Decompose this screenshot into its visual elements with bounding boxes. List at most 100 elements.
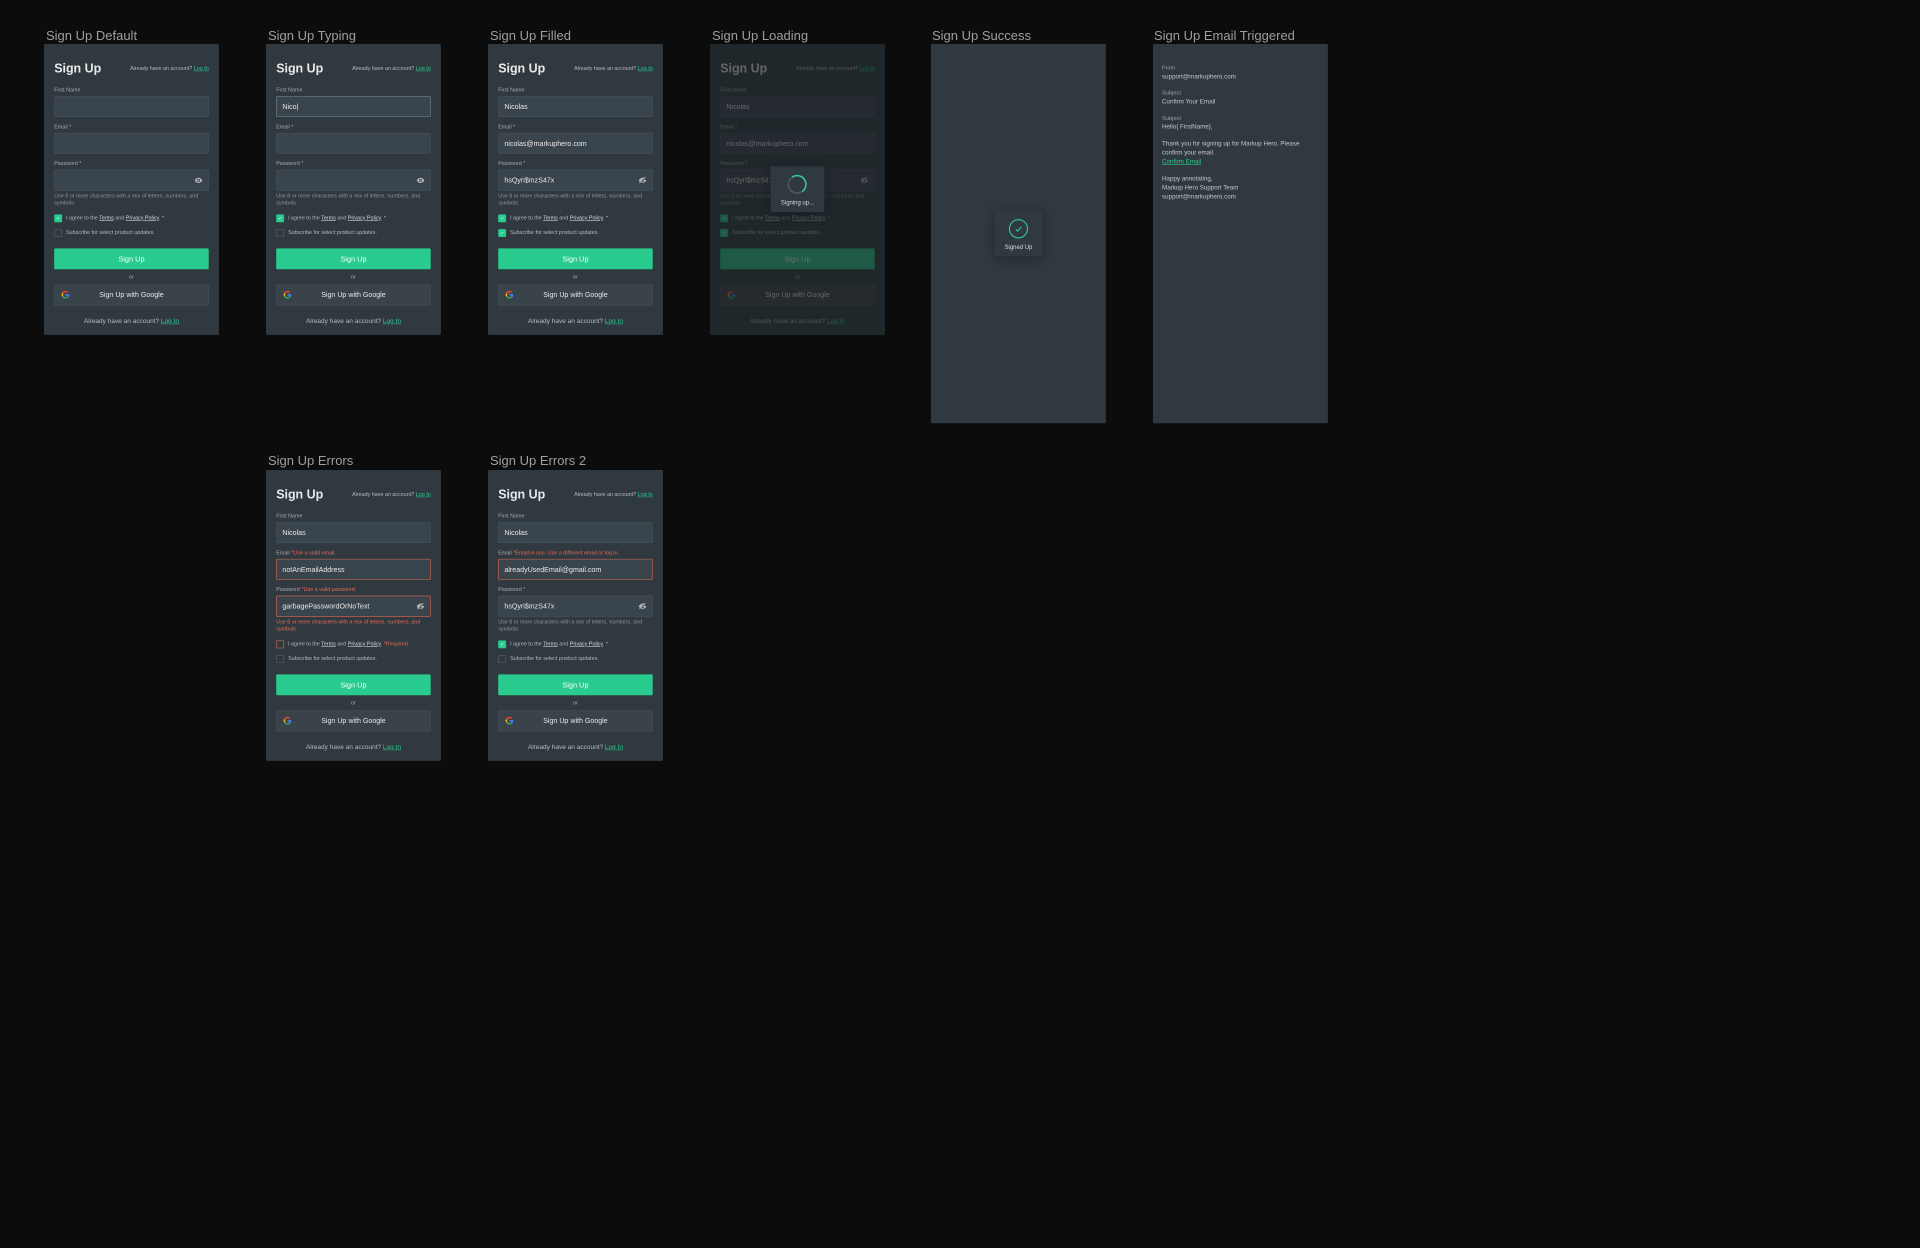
google-icon: [282, 290, 292, 300]
login-link-top[interactable]: Log In: [416, 65, 431, 71]
top-already: Already have an account? Log In: [130, 65, 209, 71]
password-input[interactable]: [54, 170, 209, 191]
email-card: From support@markuphero.com Subject Conf…: [1153, 44, 1328, 423]
email-subject-value: Confirm Your Email: [1162, 98, 1319, 107]
signup-card-default: Sign Up Already have an account? Log In …: [44, 44, 219, 335]
email-input[interactable]: [498, 559, 653, 580]
frame-title-success: Sign Up Success: [932, 28, 1031, 43]
signup-card-filled: Sign Up Already have an account? Log In …: [488, 44, 663, 335]
toggle-password-icon[interactable]: [193, 174, 204, 185]
terms-link[interactable]: Terms: [321, 641, 336, 647]
password-hint: Use 8 or more characters with a mix of l…: [54, 193, 209, 208]
login-link-bottom[interactable]: Log In: [383, 318, 401, 325]
login-link-top[interactable]: Log In: [194, 65, 209, 71]
login-link-top[interactable]: Log In: [638, 65, 653, 71]
email-body-label: Subject: [1162, 115, 1319, 123]
login-link-top[interactable]: Log In: [416, 491, 431, 497]
login-link-bottom[interactable]: Log In: [161, 318, 179, 325]
first-name-input[interactable]: [54, 96, 209, 117]
frame-title-default: Sign Up Default: [46, 28, 137, 43]
email-input[interactable]: [54, 133, 209, 154]
login-link-bottom[interactable]: Log In: [383, 744, 401, 751]
signup-button[interactable]: Sign Up: [54, 248, 209, 269]
email-sig-2: Markup Hero Support Team: [1162, 184, 1319, 193]
label-first-name: First Name: [54, 87, 80, 93]
toggle-password-icon[interactable]: [637, 174, 648, 185]
subscribe-checkbox[interactable]: [54, 229, 62, 237]
google-icon: [60, 290, 70, 300]
subscribe-checkbox[interactable]: [498, 229, 506, 237]
frame-title-errors: Sign Up Errors: [268, 453, 353, 468]
terms-link[interactable]: Terms: [99, 215, 114, 221]
agree-checkbox[interactable]: [276, 640, 284, 648]
email-input[interactable]: [276, 133, 431, 154]
first-name-input[interactable]: [498, 96, 653, 117]
toggle-password-icon[interactable]: [415, 174, 426, 185]
agree-checkbox[interactable]: [54, 214, 62, 222]
first-name-input[interactable]: [276, 522, 431, 543]
google-icon: [504, 290, 514, 300]
signup-google-button[interactable]: Sign Up with Google: [498, 710, 653, 731]
password-input[interactable]: [276, 596, 431, 617]
spinner-icon: [786, 173, 808, 195]
or-divider: or: [54, 274, 209, 280]
email-input[interactable]: [498, 133, 653, 154]
privacy-link[interactable]: Privacy Policy: [126, 215, 159, 221]
signup-google-button[interactable]: Sign Up with Google: [276, 284, 431, 305]
password-input[interactable]: [276, 170, 431, 191]
email-error: *Email in use. Use a different email or …: [513, 550, 619, 556]
email-greeting: Hello{ FirstName},: [1162, 123, 1319, 132]
bottom-already: Already have an account?: [84, 318, 159, 325]
frame-title-typing: Sign Up Typing: [268, 28, 356, 43]
privacy-link[interactable]: Privacy Policy: [570, 641, 603, 647]
success-check-icon: [1009, 219, 1028, 238]
privacy-link[interactable]: Privacy Policy: [348, 641, 381, 647]
agree-checkbox[interactable]: [498, 214, 506, 222]
agree-required-error: . *Required: [381, 641, 408, 647]
signup-button[interactable]: Sign Up: [498, 248, 653, 269]
signup-card-typing: Sign Up Already have an account? Log In …: [266, 44, 441, 335]
frame-title-errors2: Sign Up Errors 2: [490, 453, 586, 468]
email-input[interactable]: [276, 559, 431, 580]
signup-card-errors2: Sign Up Already have an account? Log In …: [488, 470, 663, 761]
loading-text: Signing up...: [781, 200, 814, 207]
signup-google-button[interactable]: Sign Up with Google: [54, 284, 209, 305]
terms-link[interactable]: Terms: [321, 215, 336, 221]
subscribe-checkbox[interactable]: [276, 229, 284, 237]
label-email: Email *: [54, 124, 71, 130]
subscribe-label: Subscribe for select product updates.: [66, 230, 155, 236]
subscribe-checkbox[interactable]: [276, 655, 284, 663]
loading-overlay: Signing up...: [710, 44, 885, 335]
signup-card-loading: Sign Up Already have an account? Log In …: [710, 44, 885, 335]
password-input[interactable]: [498, 170, 653, 191]
email-from-value: support@markuphero.com: [1162, 73, 1319, 82]
toggle-password-icon[interactable]: [415, 600, 426, 611]
agree-checkbox[interactable]: [498, 640, 506, 648]
privacy-link[interactable]: Privacy Policy: [570, 215, 603, 221]
card-title: Sign Up: [54, 61, 101, 76]
signup-card-errors: Sign Up Already have an account? Log In …: [266, 470, 441, 761]
frame-title-email: Sign Up Email Triggered: [1154, 28, 1295, 43]
login-link-top[interactable]: Log In: [638, 491, 653, 497]
terms-link[interactable]: Terms: [543, 215, 558, 221]
signup-button[interactable]: Sign Up: [276, 674, 431, 695]
agree-checkbox[interactable]: [276, 214, 284, 222]
confirm-email-link[interactable]: Confirm Email: [1162, 158, 1201, 165]
signup-google-button[interactable]: Sign Up with Google: [498, 284, 653, 305]
password-error: *Use a valid password.: [301, 587, 356, 593]
google-icon: [282, 716, 292, 726]
toggle-password-icon[interactable]: [637, 600, 648, 611]
signup-button[interactable]: Sign Up: [276, 248, 431, 269]
terms-link[interactable]: Terms: [543, 641, 558, 647]
signup-button[interactable]: Sign Up: [498, 674, 653, 695]
first-name-input[interactable]: [276, 96, 431, 117]
login-link-bottom[interactable]: Log In: [605, 744, 623, 751]
login-link-bottom[interactable]: Log In: [605, 318, 623, 325]
email-from-label: From: [1162, 64, 1319, 72]
password-input[interactable]: [498, 596, 653, 617]
signup-google-button[interactable]: Sign Up with Google: [276, 710, 431, 731]
privacy-link[interactable]: Privacy Policy: [348, 215, 381, 221]
first-name-input[interactable]: [498, 522, 653, 543]
subscribe-checkbox[interactable]: [498, 655, 506, 663]
password-hint-error: Use 8 or more characters with a mix of l…: [276, 619, 431, 634]
